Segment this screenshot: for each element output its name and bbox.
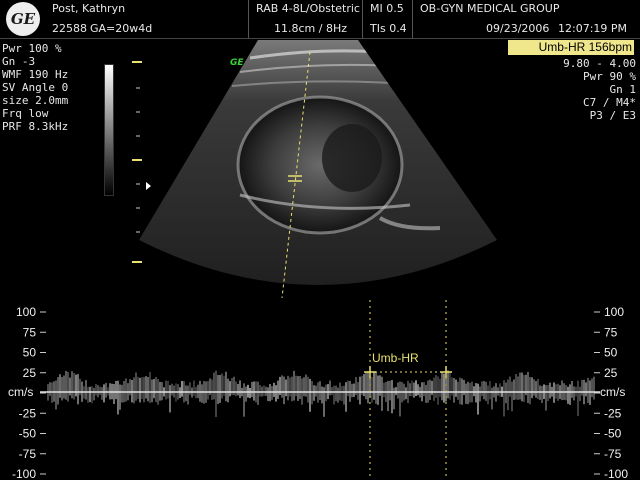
velocity-tick-label: -25: [19, 406, 37, 420]
velocity-tick-label: 75: [23, 325, 37, 339]
velocity-tick-label: -25: [604, 406, 622, 420]
velocity-tick-label: -100: [12, 467, 36, 480]
velocity-tick-label: -75: [19, 447, 37, 461]
velocity-tick-label: 25: [604, 366, 618, 380]
measurement-label: Umb-HR: [372, 351, 419, 365]
velocity-tick-label: -100: [604, 467, 628, 480]
b-mode-image: [132, 40, 497, 299]
caliper-cross-icon: [364, 366, 452, 378]
velocity-unit-left: cm/s: [8, 385, 33, 399]
velocity-tick-label: 100: [604, 305, 624, 319]
velocity-tick-label: 50: [604, 346, 618, 360]
ge-watermark: GE: [230, 58, 244, 68]
depth-scale: [132, 61, 142, 263]
velocity-tick-label: -50: [19, 427, 37, 441]
focus-marker-icon: [146, 182, 151, 190]
doppler-spectrum: Umb-HR 100 75 50 25 -25 -50 -75 -100 100 75 50 25 -…: [8, 300, 628, 480]
velocity-tick-label: -50: [604, 427, 622, 441]
velocity-tick-label: 50: [23, 346, 37, 360]
velocity-tick-label: 75: [604, 325, 618, 339]
velocity-tick-label: 25: [23, 366, 37, 380]
spectral-waveform: [47, 370, 595, 417]
velocity-tick-label: -75: [604, 447, 622, 461]
velocity-tick-label: 100: [16, 305, 36, 319]
velocity-unit-right: cm/s: [600, 385, 625, 399]
